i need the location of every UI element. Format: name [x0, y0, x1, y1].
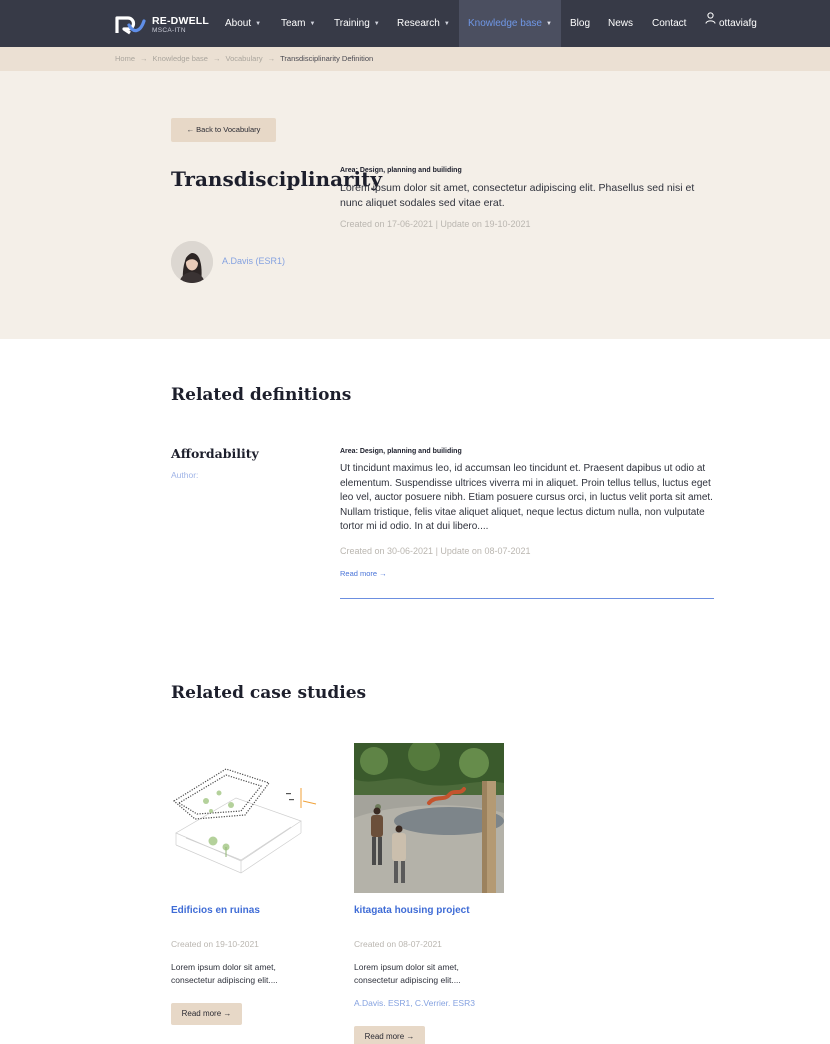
definition-dates: Created on 30-06-2021 | Update on 08-07-…: [340, 546, 531, 556]
brand-subtitle: MSCA-ITN: [152, 26, 186, 34]
related-definitions-heading: Related definitions: [171, 385, 352, 405]
case-study-date: Created on 19-10-2021: [171, 939, 259, 949]
nav-item-research[interactable]: Research ▼: [397, 0, 450, 47]
case-study-authors[interactable]: A.Davis. ESR1, C.Verrier. ESR3: [354, 998, 475, 1008]
definition-title[interactable]: Affordability: [171, 446, 259, 461]
case-study-date: Created on 08-07-2021: [354, 939, 442, 949]
user-icon: [705, 0, 716, 45]
user-menu[interactable]: ottaviafg: [705, 0, 757, 47]
term-author-link[interactable]: A.Davis (ESR1): [222, 256, 285, 266]
definition-excerpt: Ut tincidunt maximus leo, id accumsan le…: [340, 463, 713, 533]
nav-label: Blog: [570, 18, 591, 29]
page-title: Transdisciplinarity: [171, 167, 383, 191]
breadcrumb-bar: Home → Knowledge base → Vocabulary → Transdisc…: [0, 47, 830, 71]
nav-label: Training: [334, 18, 370, 29]
breadcrumb-current: Transdisciplinarity Definition: [280, 54, 374, 63]
nav-item-about[interactable]: About ▼: [225, 0, 261, 47]
definition-read-more-link[interactable]: Read more →: [340, 569, 387, 578]
logo-mark-icon: [115, 15, 146, 35]
chevron-down-icon: ▼: [545, 21, 552, 27]
chevron-down-icon: ▼: [309, 21, 316, 27]
nav-item-team[interactable]: Team ▼: [281, 0, 315, 47]
case-study-image[interactable]: [171, 743, 321, 893]
nav-item-knowledge-base[interactable]: Knowledge base ▼: [459, 0, 561, 47]
avatar[interactable]: [171, 241, 213, 283]
read-more-button[interactable]: Read more →: [354, 1026, 425, 1044]
breadcrumb-vocabulary[interactable]: Vocabulary: [225, 54, 262, 63]
chevron-down-icon: ▼: [373, 21, 380, 27]
chevron-down-icon: ▼: [443, 21, 450, 27]
nav-item-training[interactable]: Training ▼: [334, 0, 380, 47]
arrow-right-icon: →: [267, 54, 276, 63]
brand-logo[interactable]: RE-DWELL MSCA-ITN: [115, 15, 209, 35]
case-study-excerpt: Lorem ipsum dolor sit amet, consectetur …: [354, 962, 461, 985]
breadcrumb-home[interactable]: Home: [115, 54, 135, 63]
case-study-title[interactable]: Edificios en ruinas: [171, 905, 260, 916]
arrow-right-icon: →: [212, 54, 221, 63]
nav-label: News: [608, 18, 634, 29]
user-name: ottaviafg: [719, 18, 757, 29]
case-study-image[interactable]: [354, 743, 504, 893]
breadcrumb-knowledge-base[interactable]: Knowledge base: [153, 54, 208, 63]
top-navbar: RE-DWELL MSCA-ITN About ▼ Team ▼ Training ▼…: [0, 0, 830, 47]
nav-item-blog[interactable]: Blog: [570, 0, 590, 47]
brand-title: RE-DWELL: [152, 15, 210, 27]
definition-area: Area: Design, planning and builiding: [340, 448, 462, 455]
term-description: Lorem ipsum dolor sit amet, consectetur …: [340, 182, 695, 209]
nav-label: Team: [281, 18, 306, 29]
definition-author-label: Author:: [171, 470, 199, 480]
back-to-vocabulary-button[interactable]: ← Back to Vocabulary: [171, 118, 276, 142]
nav-item-contact[interactable]: Contact: [652, 0, 686, 47]
chevron-down-icon: ▼: [255, 21, 262, 27]
nav-label: Knowledge base: [468, 18, 542, 29]
nav-label: Research: [397, 18, 440, 29]
read-more-button[interactable]: Read more →: [171, 1003, 242, 1025]
breadcrumb: Home → Knowledge base → Vocabulary → Transdisc…: [115, 47, 373, 71]
term-dates: Created on 17-06-2021 | Update on 19-10-…: [340, 219, 531, 229]
nav-label: About: [225, 18, 252, 29]
related-case-studies-heading: Related case studies: [171, 683, 367, 703]
case-study-title[interactable]: kitagata housing project: [354, 905, 470, 916]
nav-label: Contact: [652, 18, 687, 29]
divider: [340, 598, 714, 599]
nav-item-news[interactable]: News: [608, 0, 633, 47]
case-study-excerpt: Lorem ipsum dolor sit amet, consectetur …: [171, 962, 278, 985]
term-area: Area: Design, planning and builiding: [340, 167, 462, 174]
arrow-right-icon: →: [140, 54, 148, 63]
